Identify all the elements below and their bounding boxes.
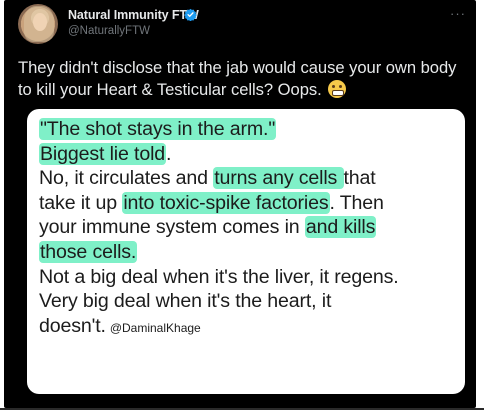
- screenshot-frame: Natural Immunity FTW @NaturallyFTW ··· T…: [0, 0, 484, 415]
- quote-text: "The shot stays in the arm." Biggest lie…: [39, 117, 459, 340]
- highlight: Biggest lie told: [39, 142, 167, 165]
- highlight: into toxic-spike factories: [122, 191, 330, 214]
- text-fragment: .: [166, 142, 172, 165]
- tweet-card[interactable]: Natural Immunity FTW @NaturallyFTW ··· T…: [4, 0, 476, 408]
- tweet-body: They didn't disclose that the jab would …: [18, 58, 457, 99]
- text-fragment: doesn't.: [39, 314, 106, 337]
- quote-line-6: those cells.: [39, 240, 459, 265]
- text-fragment: take it up: [39, 191, 123, 214]
- user-handle[interactable]: @NaturallyFTW: [68, 25, 150, 37]
- verified-badge-icon: [184, 8, 197, 21]
- quote-line-8: Very big deal when it's the heart, it: [39, 290, 332, 313]
- quote-line-9: doesn't. @DaminalKhage: [39, 314, 459, 341]
- quote-line-4: take it up into toxic-spike factories. T…: [39, 191, 459, 216]
- grimacing-face-icon: [328, 79, 347, 98]
- quote-line-3: No, it circulates and turns any cells th…: [39, 166, 459, 191]
- credit-handle: @DaminalKhage: [109, 320, 201, 335]
- text-fragment: No, it circulates and: [39, 167, 214, 190]
- text-fragment: . Then: [329, 191, 384, 214]
- quote-line-1: "The shot stays in the arm.": [39, 117, 459, 142]
- divider: [0, 408, 484, 410]
- avatar-face: [33, 13, 47, 31]
- quote-line-7: Not a big deal when it's the liver, it r…: [39, 265, 399, 288]
- highlight: those cells.: [39, 240, 138, 263]
- tweet-media-image[interactable]: "The shot stays in the arm." Biggest lie…: [27, 109, 465, 394]
- quote-line-2: Biggest lie told.: [39, 142, 459, 167]
- highlight: "The shot stays in the arm.": [39, 118, 277, 140]
- text-fragment: that: [343, 167, 376, 190]
- more-options-icon[interactable]: ···: [450, 6, 466, 21]
- display-name[interactable]: Natural Immunity FTW: [68, 8, 199, 22]
- avatar[interactable]: [18, 4, 58, 44]
- highlight: turns any cells: [213, 167, 344, 190]
- quote-line-5: your immune system comes in and kills: [39, 215, 459, 240]
- highlight: and kills: [304, 216, 377, 239]
- tweet-text: They didn't disclose that the jab would …: [18, 57, 468, 100]
- text-fragment: your immune system comes in: [39, 216, 305, 239]
